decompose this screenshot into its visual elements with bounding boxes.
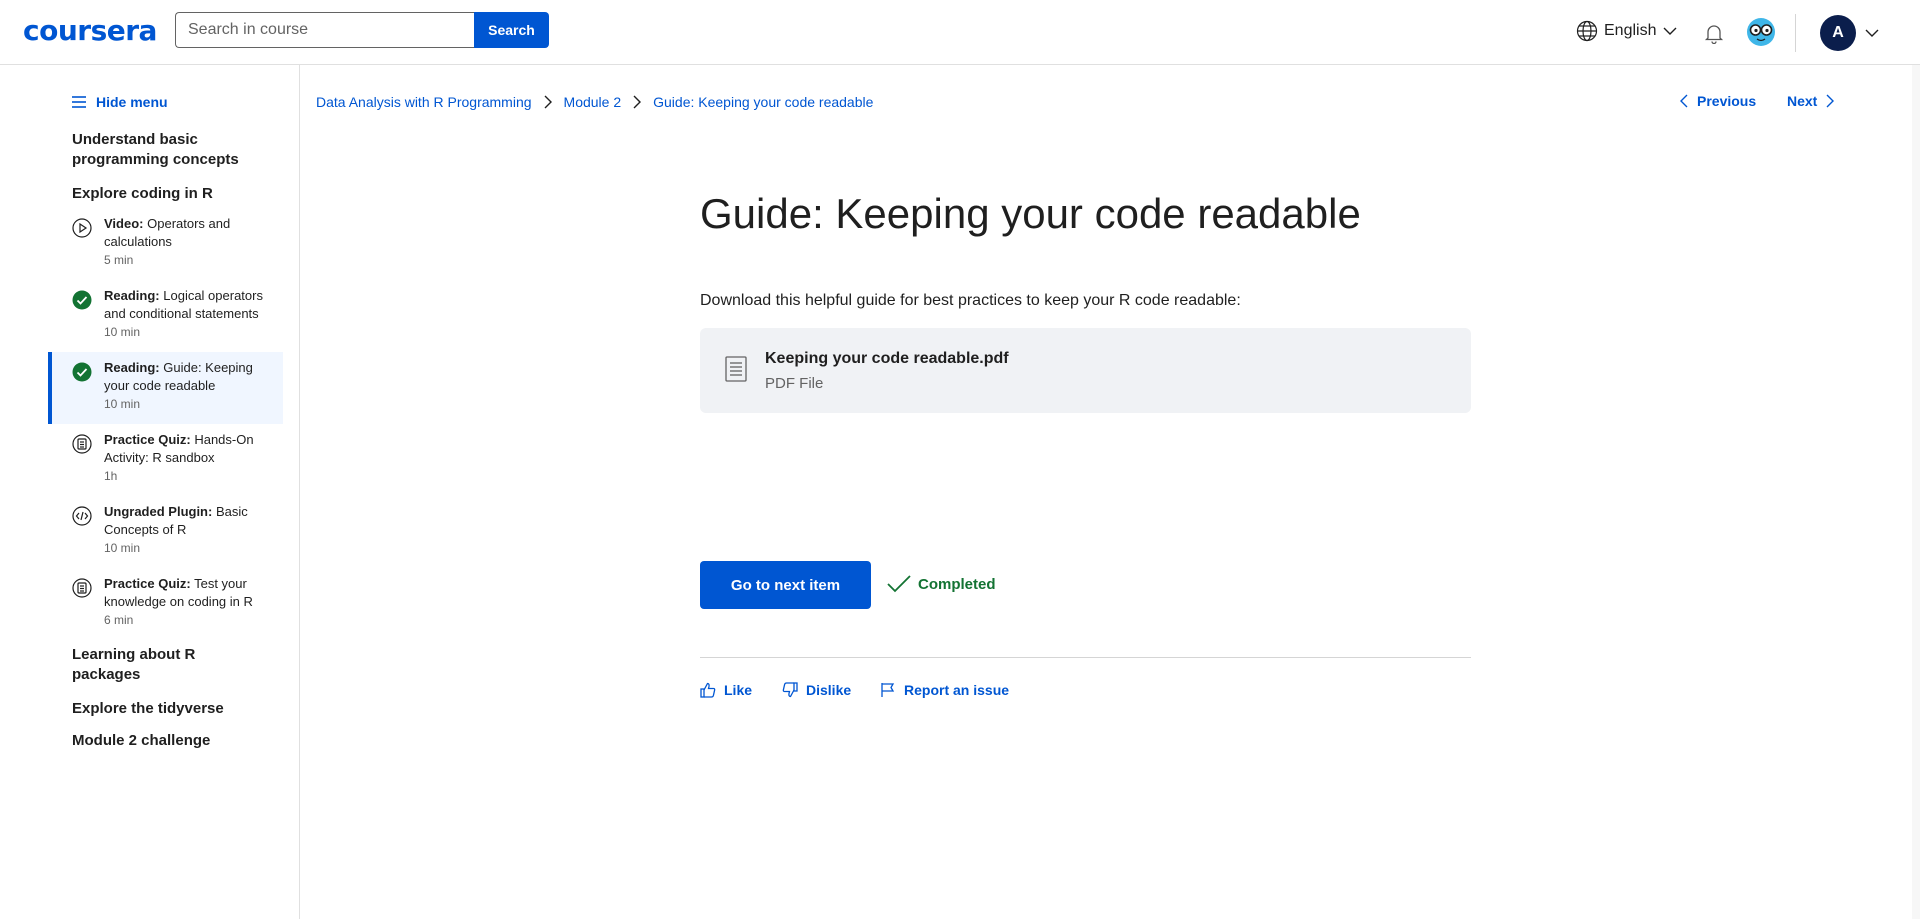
go-to-next-item-button[interactable]: Go to next item	[700, 561, 871, 609]
flag-icon	[880, 682, 896, 698]
sidebar-item-basic-concepts-plugin[interactable]: Ungraded Plugin: Basic Concepts of R 10 …	[48, 496, 283, 568]
sidebar-item-label: Practice Quiz: Test your knowledge on co…	[104, 576, 253, 609]
report-issue-label: Report an issue	[904, 682, 1010, 698]
chevron-left-icon	[1679, 93, 1689, 109]
header-divider	[1795, 14, 1796, 52]
sidebar-item-duration: 10 min	[104, 397, 141, 411]
breadcrumb: Data Analysis with R Programming Module …	[316, 94, 873, 110]
pdf-download-card[interactable]: Keeping your code readable.pdf PDF File	[700, 328, 1471, 413]
sidebar-section-tidyverse[interactable]: Explore the tidyverse	[72, 699, 252, 719]
chevron-right-icon	[631, 95, 643, 109]
sidebar-item-logical-operators[interactable]: Reading: Logical operators and condition…	[48, 280, 283, 352]
sidebar-item-operators-video[interactable]: Video: Operators and calculations 5 min	[48, 208, 283, 280]
coursera-logo[interactable]: coursera	[23, 14, 157, 47]
sidebar-section-basic-concepts[interactable]: Understand basic programming concepts	[72, 130, 252, 170]
breadcrumb-module[interactable]: Module 2	[564, 94, 622, 110]
avatar: A	[1820, 15, 1856, 51]
hamburger-icon	[72, 96, 86, 108]
completed-label: Completed	[918, 575, 996, 593]
sidebar-item-label: Ungraded Plugin: Basic Concepts of R	[104, 504, 248, 537]
sidebar-item-label: Practice Quiz: Hands-On Activity: R sand…	[104, 432, 254, 465]
previous-label: Previous	[1697, 93, 1757, 109]
sidebar-section-r-packages[interactable]: Learning about R packages	[72, 645, 252, 685]
file-name: Keeping your code readable.pdf	[765, 350, 1009, 367]
breadcrumb-current-item[interactable]: Guide: Keeping your code readable	[653, 94, 873, 110]
hide-menu-button[interactable]: Hide menu	[72, 94, 168, 110]
account-menu[interactable]: A	[1820, 15, 1880, 51]
play-icon	[72, 218, 92, 238]
code-icon	[72, 506, 92, 526]
sidebar-item-duration: 10 min	[104, 325, 141, 339]
dislike-button[interactable]: Dislike	[782, 682, 851, 698]
completed-status: Completed	[886, 574, 996, 594]
page-scrollbar[interactable]	[1912, 65, 1920, 919]
sidebar-item-duration: 6 min	[104, 613, 134, 627]
sidebar-item-duration: 5 min	[104, 253, 134, 267]
file-type: PDF File	[765, 375, 824, 392]
report-issue-button[interactable]: Report an issue	[880, 682, 1009, 698]
chevron-down-icon	[1864, 25, 1880, 41]
sidebar-item-duration: 10 min	[104, 541, 141, 555]
breadcrumb-course[interactable]: Data Analysis with R Programming	[316, 94, 532, 110]
sidebar-item-guide-readable-code[interactable]: Reading: Guide: Keeping your code readab…	[48, 352, 283, 424]
notifications-bell-icon[interactable]	[1703, 22, 1725, 44]
hide-menu-label: Hide menu	[96, 94, 168, 110]
previous-button[interactable]: Previous	[1679, 93, 1756, 109]
thumbs-down-icon	[782, 682, 798, 698]
search-input[interactable]	[175, 12, 475, 48]
content-divider	[700, 657, 1471, 658]
language-label: English	[1604, 22, 1657, 39]
checkmark-icon	[886, 574, 912, 594]
sidebar-section-module-challenge[interactable]: Module 2 challenge	[72, 731, 252, 751]
language-selector[interactable]: English	[1576, 20, 1678, 42]
chevron-right-icon	[542, 95, 554, 109]
thumbs-up-icon	[700, 682, 716, 698]
sidebar-item-duration: 1h	[104, 469, 118, 483]
check-circle-icon	[72, 290, 92, 310]
chevron-down-icon	[1662, 23, 1678, 39]
dislike-label: Dislike	[806, 682, 852, 698]
sidebar-item-label: Video: Operators and calculations	[104, 216, 231, 249]
reading-intro: Download this helpful guide for best pra…	[700, 292, 1241, 309]
sidebar-section-coding-in-r[interactable]: Explore coding in R	[72, 184, 252, 204]
sidebar-item-label: Reading: Logical operators and condition…	[104, 288, 263, 321]
document-icon	[725, 356, 747, 382]
quiz-icon	[72, 434, 92, 454]
chevron-right-icon	[1825, 93, 1835, 109]
quiz-icon	[72, 578, 92, 598]
like-button[interactable]: Like	[700, 682, 752, 698]
sidebar-item-coding-in-r-quiz[interactable]: Practice Quiz: Test your knowledge on co…	[48, 568, 283, 640]
like-label: Like	[724, 682, 753, 698]
globe-icon	[1576, 20, 1598, 42]
course-sidebar: Hide menu Understand basic programming c…	[0, 65, 300, 919]
sidebar-item-label: Reading: Guide: Keeping your code readab…	[104, 360, 253, 393]
next-button[interactable]: Next	[1787, 93, 1835, 109]
top-header: coursera Search English A	[0, 0, 1920, 65]
next-label: Next	[1787, 93, 1818, 109]
page-title: Guide: Keeping your code readable	[700, 190, 1361, 237]
sidebar-item-r-sandbox-quiz[interactable]: Practice Quiz: Hands-On Activity: R sand…	[48, 424, 283, 496]
coach-mascot-icon[interactable]	[1746, 17, 1776, 47]
check-circle-icon	[72, 362, 92, 382]
search-button[interactable]: Search	[474, 12, 549, 48]
